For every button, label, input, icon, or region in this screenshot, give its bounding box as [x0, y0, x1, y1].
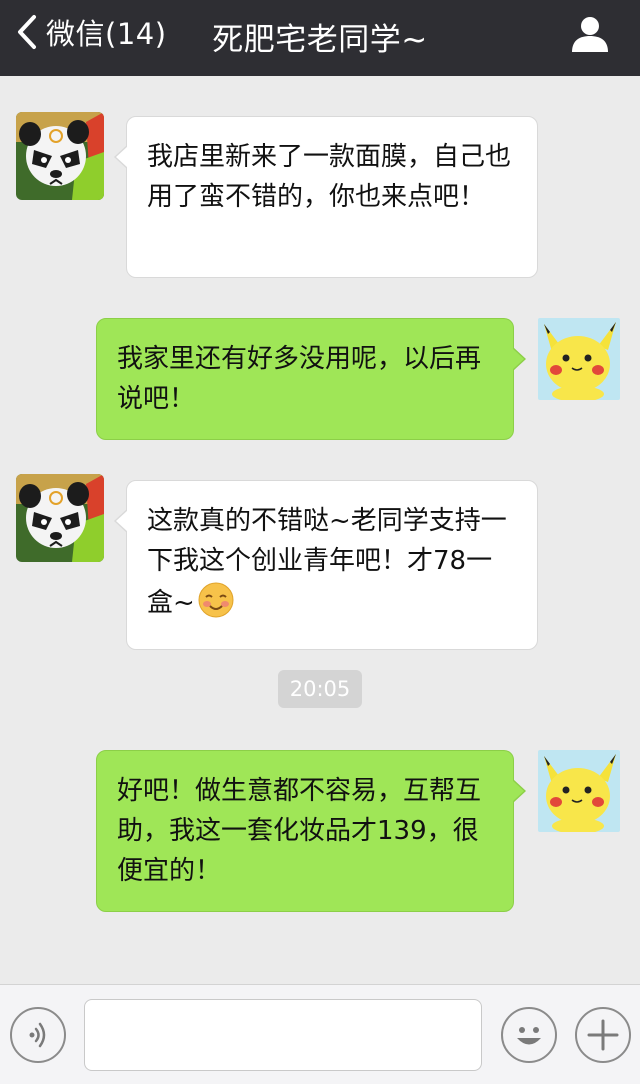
pikachu-avatar[interactable]	[538, 750, 620, 832]
plus-icon	[587, 1019, 619, 1051]
person-icon	[572, 17, 608, 52]
panda-avatar[interactable]	[16, 474, 104, 562]
message-timestamp: 20:05	[278, 670, 362, 708]
message-bubble-outgoing[interactable]: 好吧！做生意都不容易，互帮互助，我这一套化妆品才139，很便宜的！	[96, 750, 526, 912]
profile-button[interactable]	[570, 14, 610, 54]
chat-header: 微信(14) 死肥宅老同学~	[0, 0, 640, 76]
pikachu-avatar[interactable]	[538, 318, 620, 400]
message-text: 好吧！做生意都不容易，互帮互助，我这一套化妆品才139，很便宜的！	[117, 776, 482, 886]
message-text: 我店里新来了一款面膜，自己也用了蛮不错的，你也来点吧！	[147, 142, 512, 212]
panda-avatar[interactable]	[16, 112, 104, 200]
message-bubble-incoming[interactable]: 这款真的不错哒~老同学支持一下我这个创业青年吧！才78一盒~	[114, 480, 538, 650]
message-bubble-incoming[interactable]: 我店里新来了一款面膜，自己也用了蛮不错的，你也来点吧！	[114, 116, 538, 278]
emoji-button[interactable]	[501, 1007, 557, 1063]
blushing-smile-emoji	[197, 581, 235, 619]
message-input[interactable]	[84, 999, 482, 1071]
message-list[interactable]: 我店里新来了一款面膜，自己也用了蛮不错的，你也来点吧！ 我家里还有好多没用呢，以…	[0, 76, 640, 984]
plus-button[interactable]	[575, 1007, 631, 1063]
voice-button[interactable]	[10, 1007, 66, 1063]
chat-title: 死肥宅老同学~	[212, 22, 428, 58]
voice-icon	[29, 1022, 46, 1048]
message-bubble-outgoing[interactable]: 我家里还有好多没用呢，以后再说吧！	[96, 318, 526, 440]
input-bar	[0, 984, 640, 1084]
message-text: 我家里还有好多没用呢，以后再说吧！	[117, 344, 482, 414]
emoji-face-icon	[517, 1027, 541, 1045]
